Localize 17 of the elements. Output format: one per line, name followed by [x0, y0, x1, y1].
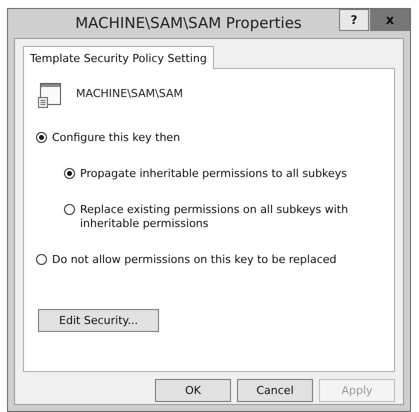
option-label: Do not allow permissions on this key to be replaced: [52, 253, 338, 267]
close-button[interactable]: x: [370, 9, 410, 31]
radio-button[interactable]: [36, 132, 47, 143]
radio-button[interactable]: [36, 254, 47, 265]
edit-security-button[interactable]: Edit Security...: [38, 309, 159, 332]
key-path: MACHINE\SAM\SAM: [76, 87, 184, 100]
dialog-button[interactable]: Cancel: [237, 379, 313, 402]
dialog-button[interactable]: OK: [155, 379, 231, 402]
window-title: MACHINE\SAM\SAM Properties: [74, 13, 303, 34]
help-button[interactable]: ?: [339, 9, 369, 31]
option-label: Replace existing permissions on all subkeys with inheritable permissions: [80, 203, 350, 231]
radio-button[interactable]: [64, 168, 75, 179]
option-label: Configure this key then: [52, 131, 182, 145]
option-label: Propagate inheritable permissions to all subkeys: [80, 167, 348, 181]
registry-key-icon: [38, 83, 62, 109]
radio-button[interactable]: [64, 204, 75, 215]
tab[interactable]: Template Security Policy Setting: [23, 46, 214, 69]
